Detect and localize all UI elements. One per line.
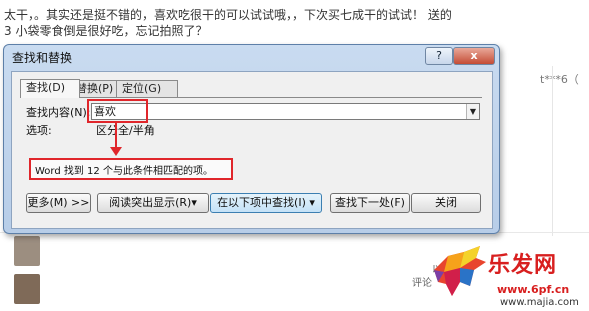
find-in-button[interactable]: 在以下项中查找(I) ▾ (210, 193, 322, 213)
tab-find[interactable]: 查找(D) (20, 79, 80, 98)
tab-goto[interactable]: 定位(G) (116, 80, 178, 97)
dialog-titlebar[interactable]: 查找和替换 ? x (4, 45, 499, 67)
arrow-down-icon (110, 147, 122, 156)
watermark-url: www.majia.com (500, 297, 579, 308)
find-replace-dialog: 查找和替换 ? x 查找(D) 替换(P) 定位(G) 查找内容(N): 喜欢 … (3, 44, 500, 234)
search-result-message: Word 找到 12 个与此条件相匹配的项。 (35, 166, 213, 177)
result-highlight-box: Word 找到 12 个与此条件相匹配的项。 (29, 158, 233, 180)
options-value: 区分全/半角 (96, 124, 155, 137)
highlight-box (87, 99, 148, 123)
options-label: 选项: (26, 124, 52, 137)
find-what-input[interactable]: 喜欢 ▼ (91, 103, 480, 120)
dialog-close-button[interactable]: x (453, 47, 495, 65)
divider (552, 66, 553, 236)
logo-url: www.6pf.cn (497, 283, 570, 296)
review-text-line-2: 3 小袋零食倒是很好吃，忘记拍照了？ (4, 24, 208, 38)
find-what-label: 查找内容(N): (26, 106, 91, 119)
dialog-body: 查找(D) 替换(P) 定位(G) 查找内容(N): 喜欢 ▼ 选项: 区分全/… (11, 71, 493, 229)
annotation-arrow (115, 122, 117, 150)
bull-logo-icon (434, 246, 486, 296)
background-label: 评论 (412, 278, 432, 289)
chevron-down-icon[interactable]: ▼ (466, 104, 479, 119)
help-button[interactable]: ? (425, 47, 453, 65)
find-next-button[interactable]: 查找下一处(F) (330, 193, 410, 213)
reviewer-username: t***6（ (540, 73, 579, 86)
tab-panel-border (20, 97, 482, 98)
review-text-line-1: 太干，。其实还是挺不错的，喜欢吃很干的可以试试哦，，下次买七成干的试试！ 送的 (4, 8, 452, 22)
more-button[interactable]: 更多(M) >> (26, 193, 91, 213)
dialog-title: 查找和替换 (12, 51, 73, 65)
review-photo-thumbnail[interactable] (14, 274, 40, 304)
close-button[interactable]: 关闭 (411, 193, 481, 213)
reading-highlight-button[interactable]: 阅读突出显示(R)▾ (97, 193, 209, 213)
review-photo-thumbnail[interactable] (14, 236, 40, 266)
logo-title: 乐发网 (488, 252, 558, 278)
